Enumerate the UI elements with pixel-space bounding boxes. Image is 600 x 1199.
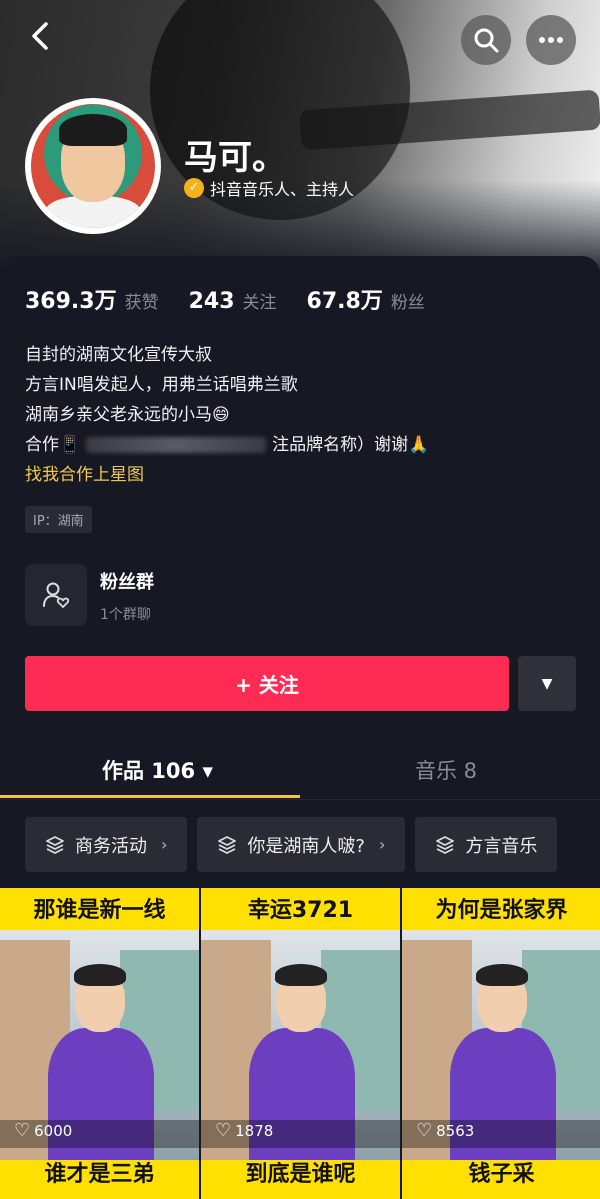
scene-person-hair — [476, 964, 528, 986]
stack-icon — [436, 835, 455, 854]
bio-contact-prefix: 合作📱 — [25, 435, 81, 455]
chip-business[interactable]: 商务活动 › — [25, 817, 188, 872]
likes-count: 1878 — [235, 1121, 274, 1140]
verification-text: 抖音音乐人、主持人 — [210, 180, 355, 199]
video-caption-top: 为何是张家界 — [435, 898, 568, 923]
tab-works[interactable]: 作品 106 ▾ — [102, 755, 213, 785]
bio-line: 方言IN唱发起人，用弗兰话唱弗兰歌 — [25, 375, 298, 395]
heart-icon: ♡ — [416, 1120, 433, 1141]
video-caption-bottom: 谁才是三弟 — [44, 1162, 155, 1187]
avatar-photo — [31, 104, 155, 228]
video-caption-bottom: 到底是谁呢 — [245, 1162, 356, 1187]
chevron-left-icon — [32, 22, 48, 50]
chip-label: 你是湖南人啵? — [247, 835, 365, 857]
back-button[interactable] — [28, 20, 68, 60]
redacted-blur — [86, 437, 267, 453]
verification-badge: ✓ 抖音音乐人、主持人 — [184, 176, 354, 200]
video-likes: ♡ 6000 — [14, 1120, 72, 1141]
bio: 自封的湖南文化宣传大叔 方言IN唱发起人，用弗兰话唱弗兰歌 湖南乡亲父老永远的小… — [25, 340, 429, 490]
bio-line: 湖南乡亲父老永远的小马😄 — [25, 405, 230, 425]
video-caption-bottom: 钱子采 — [468, 1162, 535, 1187]
stat-value: 243 — [188, 289, 235, 314]
avatar[interactable] — [25, 98, 161, 234]
avatar-hair — [59, 114, 127, 146]
video-thumbnail[interactable]: 为何是张家界 ♡ 8563 钱子采 — [402, 888, 600, 1199]
video-thumbnail[interactable]: 那谁是新一线 ♡ 6000 谁才是三弟 — [0, 888, 199, 1199]
fans-group-button[interactable] — [25, 564, 87, 626]
stat-label: 关注 — [242, 293, 277, 313]
video-thumbnail[interactable]: 幸运3721 ♡ 1878 到底是谁呢 — [201, 888, 400, 1199]
stat-likes[interactable]: 369.3万 获赞 — [25, 283, 159, 315]
fans-group-icon — [43, 582, 70, 608]
collection-chips: 商务活动 › 你是湖南人啵? › 方言音乐 — [25, 817, 558, 872]
chevron-right-icon: › — [161, 835, 168, 854]
video-likes: ♡ 8563 — [416, 1120, 474, 1141]
stats-row: 369.3万 获赞 243 关注 67.8万 粉丝 — [25, 283, 425, 315]
more-dots-icon — [539, 37, 563, 43]
video-grid: 那谁是新一线 ♡ 6000 谁才是三弟 幸运3721 ♡ 1878 到底是谁呢 … — [0, 888, 600, 1199]
stack-icon — [46, 835, 64, 854]
chip-hunan[interactable]: 你是湖南人啵? › — [197, 817, 406, 872]
chip-dialect-music[interactable]: 方言音乐 — [415, 817, 558, 872]
video-likes: ♡ 1878 — [215, 1120, 273, 1141]
stat-value: 369.3万 — [25, 289, 117, 314]
tab-music[interactable]: 音乐 8 — [415, 755, 477, 785]
search-icon — [474, 28, 499, 53]
bio-contact-suffix: 注品牌名称）谢谢🙏 — [272, 435, 430, 455]
verified-check-icon: ✓ — [184, 178, 204, 198]
chevron-right-icon: › — [378, 835, 386, 854]
likes-count: 6000 — [34, 1121, 73, 1140]
caret-down-icon: ▼ — [541, 675, 553, 692]
heart-icon: ♡ — [215, 1120, 232, 1141]
video-caption-top: 那谁是新一线 — [33, 898, 166, 923]
stat-followers[interactable]: 67.8万 粉丝 — [307, 283, 425, 315]
more-button[interactable] — [526, 15, 576, 65]
video-caption-top: 幸运3721 — [247, 898, 354, 923]
active-tab-indicator — [0, 795, 300, 798]
stat-value: 67.8万 — [306, 289, 383, 314]
profile-name: 马可。 — [184, 138, 286, 178]
bio-line-contact: 合作📱 注品牌名称）谢谢🙏 — [25, 430, 429, 460]
scene-person-hair — [74, 964, 126, 986]
content-tabs: 作品 106 ▾ 音乐 8 — [0, 740, 600, 800]
scene-person-hair — [275, 964, 327, 986]
stat-label: 粉丝 — [390, 293, 425, 313]
recommend-dropdown-button[interactable]: ▼ — [518, 656, 576, 711]
heart-icon: ♡ — [14, 1120, 31, 1141]
ip-location-tag: IP：湖南 — [25, 506, 92, 533]
chip-label: 商务活动 — [75, 835, 147, 857]
stat-following[interactable]: 243 关注 — [189, 288, 277, 314]
fans-group-title[interactable]: 粉丝群 — [100, 568, 154, 594]
xingtu-link[interactable]: 找我合作上星图 — [25, 460, 429, 490]
chip-label: 方言音乐 — [465, 835, 538, 857]
stat-label: 获赞 — [124, 293, 159, 313]
likes-count: 8563 — [436, 1121, 475, 1140]
follow-button[interactable]: + 关注 — [25, 656, 509, 711]
search-button[interactable] — [461, 15, 511, 65]
stack-icon — [218, 835, 237, 854]
fans-group-subtitle: 1个群聊 — [100, 607, 151, 623]
bio-line: 自封的湖南文化宣传大叔 — [25, 345, 212, 365]
